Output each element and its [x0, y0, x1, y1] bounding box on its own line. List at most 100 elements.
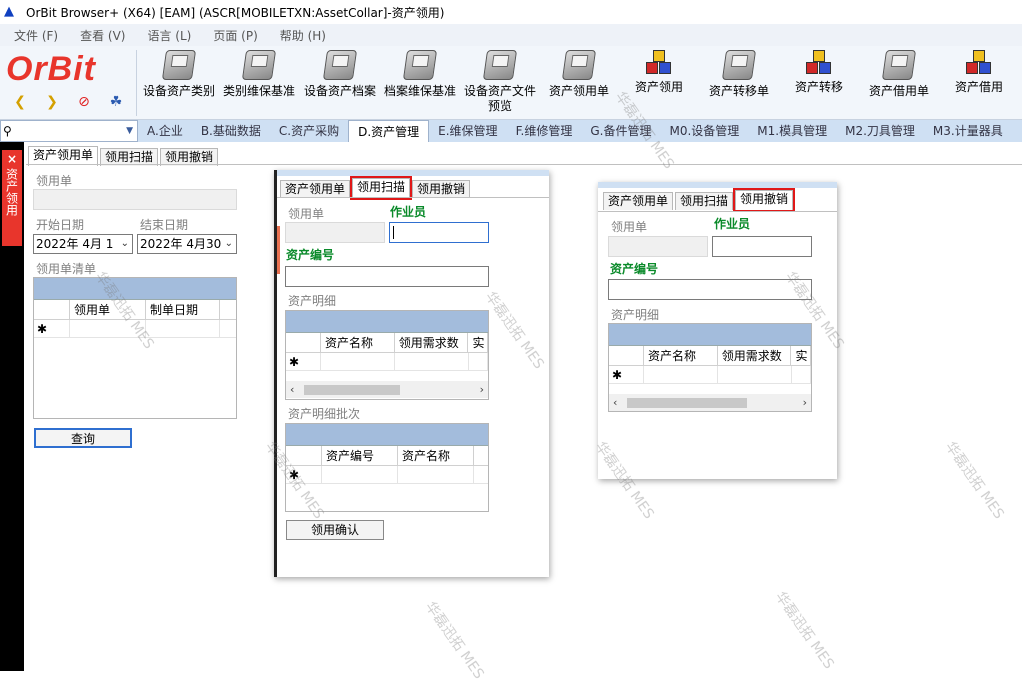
asset-no-field[interactable]: [608, 279, 812, 300]
module-tab-d[interactable]: D.资产管理: [348, 120, 430, 142]
asset-no-field[interactable]: [285, 266, 489, 287]
toolbar-button-borrow[interactable]: 资产借用: [948, 50, 1010, 118]
asset-batch-grid[interactable]: 资产编号 资产名称 ✱: [285, 423, 489, 512]
scroll-left-icon[interactable]: ‹: [290, 383, 294, 396]
module-tab-c[interactable]: C.资产采购: [270, 120, 348, 142]
module-tab-b[interactable]: B.基础数据: [192, 120, 270, 142]
toolbar-button-transfer[interactable]: 资产转移: [788, 50, 850, 118]
menu-file[interactable]: 文件 (F): [14, 27, 58, 44]
column-actual[interactable]: 实: [791, 346, 811, 365]
cancel-tabs: 资产领用单 领用扫描 领用撤销: [603, 188, 796, 212]
module-tab-g[interactable]: G.备件管理: [581, 120, 660, 142]
cell[interactable]: [322, 466, 398, 483]
cell[interactable]: [146, 320, 220, 337]
start-date-picker[interactable]: 2022年 4月 1 ⌄: [33, 234, 133, 254]
asset-detail-grid[interactable]: 资产名称 领用需求数 实 ✱ ‹ ›: [285, 310, 489, 400]
new-row[interactable]: ✱: [34, 320, 236, 338]
cell[interactable]: [395, 353, 469, 370]
scanner-icon: [322, 50, 358, 80]
scroll-thumb[interactable]: [304, 385, 400, 395]
column-asset-no[interactable]: 资产编号: [322, 446, 398, 465]
column-asset-name[interactable]: 资产名称: [644, 346, 718, 365]
scanner-icon: [561, 50, 597, 80]
new-row[interactable]: ✱: [609, 366, 811, 384]
toolbar-button-asset-archive[interactable]: 设备资产档案: [300, 50, 380, 118]
module-tab-m2[interactable]: M2.刀具管理: [836, 120, 924, 142]
cell[interactable]: [792, 366, 811, 383]
tab-collar-order[interactable]: 资产领用单: [280, 180, 351, 198]
scroll-right-icon[interactable]: ›: [803, 396, 807, 409]
order-field[interactable]: [608, 236, 708, 257]
horizontal-scrollbar[interactable]: ‹ ›: [609, 394, 811, 411]
new-row[interactable]: ✱: [286, 353, 488, 371]
module-search[interactable]: ⚲ ▼: [0, 120, 138, 142]
operator-field[interactable]: [389, 222, 489, 243]
toolbar-button-asset-category[interactable]: 设备资产类别: [140, 50, 218, 118]
stop-icon[interactable]: ⊘: [74, 92, 94, 112]
confirm-collar-button[interactable]: 领用确认: [286, 520, 384, 540]
order-field[interactable]: [33, 189, 237, 210]
column-asset-name[interactable]: 资产名称: [321, 333, 395, 352]
close-icon[interactable]: ×: [2, 152, 22, 166]
column-asset-name[interactable]: 资产名称: [398, 446, 474, 465]
forward-icon[interactable]: ❯: [42, 92, 62, 112]
chevron-down-icon[interactable]: ▼: [126, 126, 133, 136]
chevron-down-icon[interactable]: ⌄: [225, 235, 233, 253]
scroll-right-icon[interactable]: ›: [480, 383, 484, 396]
chevron-down-icon[interactable]: ⌄: [121, 235, 129, 253]
new-row[interactable]: ✱: [286, 466, 488, 484]
watermark: 华磊迅拓 MES: [771, 589, 837, 673]
tab-collar-cancel[interactable]: 领用撤销: [412, 180, 471, 198]
module-tab-f[interactable]: F.维修管理: [507, 120, 582, 142]
toolbar-button-archive-maintenance[interactable]: 档案维保基准: [380, 50, 460, 118]
module-tab-m3[interactable]: M3.计量器具: [924, 120, 1012, 142]
cell[interactable]: [644, 366, 718, 383]
module-tab-a[interactable]: A.企业: [138, 120, 192, 142]
toolbar-button-transfer-order[interactable]: 资产转移单: [704, 50, 774, 118]
toolbar-button-borrow-order[interactable]: 资产借用单: [864, 50, 934, 118]
column-actual[interactable]: 实: [468, 333, 488, 352]
scroll-left-icon[interactable]: ‹: [613, 396, 617, 409]
side-tab-asset-collar[interactable]: × 资产领用: [2, 150, 22, 246]
menu-help[interactable]: 帮助 (H): [280, 27, 326, 44]
toolbar-button-collar-order[interactable]: 资产领用单: [544, 50, 614, 118]
column-required-qty[interactable]: 领用需求数: [395, 333, 469, 352]
module-tab-e[interactable]: E.维保管理: [429, 120, 506, 142]
column-create-date[interactable]: 制单日期: [146, 300, 220, 319]
operator-field[interactable]: [712, 236, 812, 257]
grid-columns: 领用单 制单日期: [34, 300, 236, 320]
cell[interactable]: [70, 320, 146, 337]
end-date-picker[interactable]: 2022年 4月30 ⌄: [137, 234, 237, 254]
column-order[interactable]: 领用单: [70, 300, 146, 319]
back-icon[interactable]: ❮: [10, 92, 30, 112]
cell[interactable]: [398, 466, 474, 483]
toolbar-button-category-maintenance[interactable]: 类别维保基准: [219, 50, 299, 118]
cell[interactable]: [321, 353, 395, 370]
home-icon[interactable]: ☘: [106, 92, 126, 112]
module-tab-m0[interactable]: M0.设备管理: [660, 120, 748, 142]
scroll-thumb[interactable]: [627, 398, 747, 408]
toolbar-label: 资产借用: [954, 80, 1003, 94]
horizontal-scrollbar[interactable]: ‹ ›: [286, 381, 488, 398]
menu-page[interactable]: 页面 (P): [213, 27, 257, 44]
toolbar-label: 类别维保基准: [222, 84, 295, 98]
toolbar-label: 资产领用: [634, 80, 683, 94]
column-required-qty[interactable]: 领用需求数: [718, 346, 792, 365]
toolbar-button-file-preview[interactable]: 设备资产文件预览: [460, 50, 540, 118]
scanner-icon: [721, 50, 757, 80]
toolbar-button-collar[interactable]: 资产领用: [626, 50, 692, 118]
asset-detail-grid[interactable]: 资产名称 领用需求数 实 ✱ ‹ ›: [608, 323, 812, 412]
tab-collar-scan[interactable]: 领用扫描: [675, 192, 734, 210]
tab-collar-scan[interactable]: 领用扫描: [350, 176, 413, 200]
order-list-grid[interactable]: 领用单 制单日期 ✱: [33, 277, 237, 419]
order-field[interactable]: [285, 222, 385, 243]
tab-collar-order[interactable]: 资产领用单: [28, 146, 99, 166]
tab-collar-cancel[interactable]: 领用撤销: [733, 188, 796, 212]
module-tab-m1[interactable]: M1.模具管理: [748, 120, 836, 142]
query-button[interactable]: 查询: [34, 428, 132, 448]
tab-collar-order[interactable]: 资产领用单: [603, 192, 674, 210]
cell[interactable]: [469, 353, 488, 370]
menu-language[interactable]: 语言 (L): [147, 27, 191, 44]
cell[interactable]: [718, 366, 792, 383]
menu-view[interactable]: 查看 (V): [80, 27, 125, 44]
